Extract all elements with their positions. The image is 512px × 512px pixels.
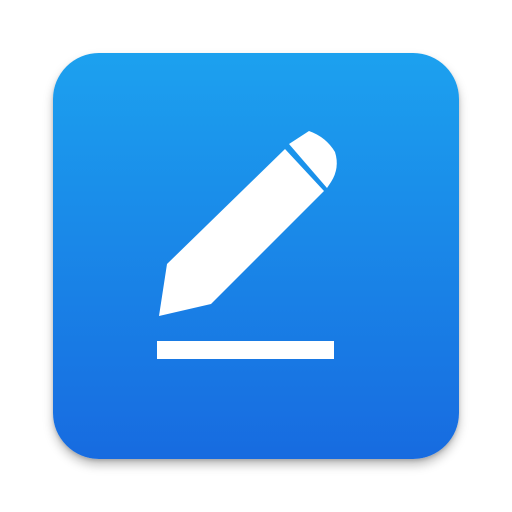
pencil-icon <box>157 131 337 359</box>
pencil-body <box>159 149 324 316</box>
app-icon[interactable] <box>53 53 459 459</box>
underline-bar <box>157 341 334 359</box>
